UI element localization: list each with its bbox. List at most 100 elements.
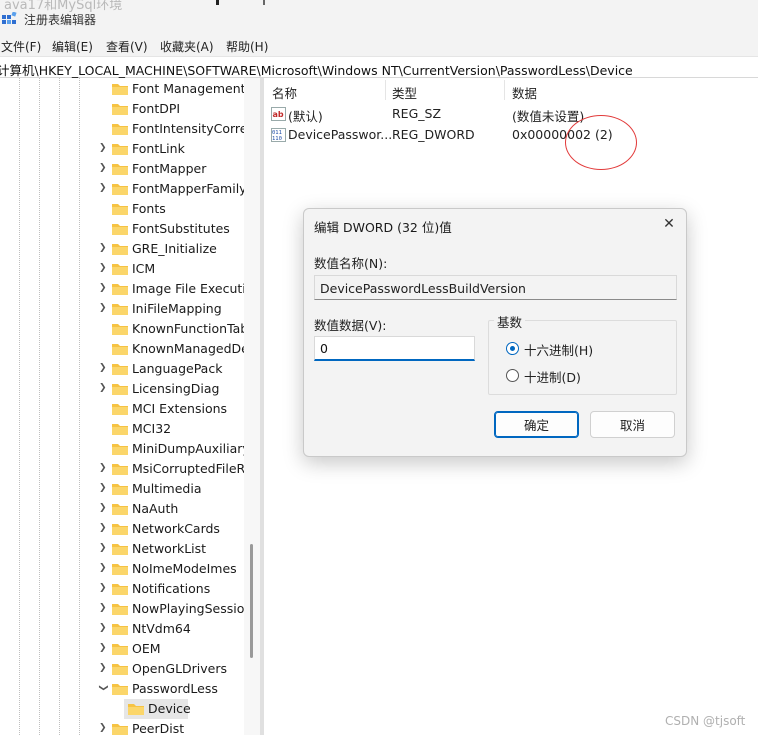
tree-item[interactable]: Font Management (0, 79, 244, 99)
chevron-right-icon[interactable]: ❯ (99, 603, 107, 613)
tree-item[interactable]: FontSubstitutes (0, 219, 244, 239)
tree-item[interactable]: ❯ NowPlayingSessionManager (0, 599, 244, 619)
address-bar[interactable]: 计算机\HKEY_LOCAL_MACHINE\SOFTWARE\Microsof… (0, 56, 758, 78)
tree-item-label: KnownFunctionTableDlls (132, 321, 244, 336)
dec-radio-label[interactable]: 十进制(D) (524, 367, 581, 386)
value-row[interactable]: ab (默认) REG_SZ (数值未设置) (264, 104, 758, 124)
tree-item-label: Fonts (132, 201, 166, 216)
chevron-right-icon[interactable]: ❯ (99, 663, 107, 673)
tree-item[interactable]: ❯ IniFileMapping (0, 299, 244, 319)
menu-help[interactable]: 帮助(H) (226, 38, 268, 55)
chevron-right-icon[interactable]: ❯ (99, 143, 107, 153)
tree-item[interactable]: ❯ NtVdm64 (0, 619, 244, 639)
tree-scrollbar[interactable] (244, 78, 260, 735)
tree-item-label: PasswordLess (132, 681, 218, 696)
folder-icon (111, 242, 129, 256)
folder-icon (111, 182, 129, 196)
tree-item[interactable]: ❯ NaAuth (0, 499, 244, 519)
chevron-right-icon[interactable]: ❯ (99, 723, 107, 733)
hex-radio-label[interactable]: 十六进制(H) (524, 340, 593, 359)
tree-item[interactable]: MCI Extensions (0, 399, 244, 419)
tree-item[interactable]: ❯ NetworkCards (0, 519, 244, 539)
menu-file[interactable]: 文件(F) (1, 38, 41, 55)
chevron-right-icon[interactable]: ❯ (99, 283, 107, 293)
edit-dword-dialog: 编辑 DWORD (32 位)值 ✕ 数值名称(N): DevicePasswo… (303, 208, 687, 457)
menu-view[interactable]: 查看(V) (106, 38, 148, 55)
tree-item-label: OpenGLDrivers (132, 661, 228, 676)
chevron-right-icon[interactable]: ❯ (99, 163, 107, 173)
tree-item[interactable]: ❯ LicensingDiag (0, 379, 244, 399)
value-data-label: 数值数据(V): (314, 318, 387, 333)
tree-item[interactable]: ❯ LanguagePack (0, 359, 244, 379)
tree-item[interactable]: FontDPI (0, 99, 244, 119)
chevron-right-icon[interactable]: ❯ (99, 363, 107, 373)
folder-icon (111, 522, 129, 536)
column-separator[interactable] (385, 80, 386, 100)
column-header-type[interactable]: 类型 (392, 83, 417, 102)
folder-icon (111, 362, 129, 376)
tree-item[interactable]: ❯ FontLink (0, 139, 244, 159)
tree-item[interactable]: ❯ MsiCorruptedFileRecovery (0, 459, 244, 479)
tree-item[interactable]: ❯ PeerDist (0, 719, 244, 735)
tree-scroll-thumb[interactable] (250, 544, 253, 658)
tree-item[interactable]: FontIntensityCorrection (0, 119, 244, 139)
tree-item[interactable]: MiniDumpAuxiliaryDlls (0, 439, 244, 459)
tree-item[interactable]: ❯ FontMapper (0, 159, 244, 179)
tree-item[interactable]: ❯ NetworkList (0, 539, 244, 559)
close-icon[interactable]: ✕ (661, 216, 677, 232)
chevron-right-icon[interactable]: ❯ (99, 243, 107, 253)
chevron-right-icon[interactable]: ❯ (99, 583, 107, 593)
tree-item[interactable]: ❯ Image File Execution Options (0, 279, 244, 299)
chevron-right-icon[interactable]: ❯ (99, 383, 107, 393)
chevron-right-icon[interactable]: ❯ (99, 563, 107, 573)
tree-item[interactable]: ❯ GRE_Initialize (0, 239, 244, 259)
tree-item-label: PeerDist (132, 721, 185, 735)
base-group-label: 基数 (494, 312, 526, 331)
tree-item-label: NowPlayingSessionManager (132, 601, 244, 616)
folder-icon (111, 622, 129, 636)
folder-icon (111, 542, 129, 556)
chevron-right-icon[interactable]: ❯ (99, 483, 107, 493)
tree-item[interactable]: ❯ OEM (0, 639, 244, 659)
ok-button[interactable]: 确定 (494, 411, 579, 438)
column-header-data[interactable]: 数据 (512, 83, 537, 102)
tree-item-selected[interactable]: Device (0, 699, 244, 719)
column-separator[interactable] (504, 80, 505, 100)
tree-item[interactable]: Fonts (0, 199, 244, 219)
folder-icon (111, 322, 129, 336)
value-row[interactable]: 011 110 DevicePasswor... REG_DWORD 0x0000000… (264, 125, 758, 145)
chevron-right-icon[interactable]: ❯ (99, 643, 107, 653)
column-header-name[interactable]: 名称 (272, 83, 297, 102)
chevron-right-icon[interactable]: ❯ (99, 183, 107, 193)
chevron-right-icon[interactable]: ❯ (99, 503, 107, 513)
address-path[interactable]: 计算机\HKEY_LOCAL_MACHINE\SOFTWARE\Microsof… (0, 60, 633, 79)
dec-radio[interactable] (506, 369, 519, 382)
tree-item-label: MiniDumpAuxiliaryDlls (132, 441, 244, 456)
chevron-right-icon[interactable]: ❯ (99, 623, 107, 633)
tree-item[interactable]: ❯ Multimedia (0, 479, 244, 499)
chevron-down-icon[interactable]: ❯ (98, 684, 108, 692)
tree-item[interactable]: KnownFunctionTableDlls (0, 319, 244, 339)
tree-item[interactable]: ❯ ICM (0, 259, 244, 279)
value-data-input[interactable] (314, 336, 475, 361)
menu-favorites[interactable]: 收藏夹(A) (160, 38, 214, 55)
menu-edit[interactable]: 编辑(E) (52, 38, 93, 55)
registry-tree[interactable]: Font Management FontDPI FontIntensityCorre… (0, 78, 244, 735)
tree-item[interactable]: KnownManagedDebuggingDlls (0, 339, 244, 359)
tree-item[interactable]: ❯ OpenGLDrivers (0, 659, 244, 679)
cancel-button[interactable]: 取消 (590, 411, 675, 438)
tree-item[interactable]: ❯ NoImeModeImes (0, 559, 244, 579)
chevron-right-icon[interactable]: ❯ (99, 303, 107, 313)
chevron-right-icon[interactable]: ❯ (99, 523, 107, 533)
chevron-right-icon[interactable]: ❯ (99, 463, 107, 473)
tree-item[interactable]: ❯ PasswordLess (0, 679, 244, 699)
tree-item[interactable]: ❯ FontMapperFamilyFallback (0, 179, 244, 199)
tree-item[interactable]: MCI32 (0, 419, 244, 439)
hex-radio[interactable] (506, 342, 519, 355)
folder-icon (111, 722, 129, 735)
chevron-right-icon[interactable]: ❯ (99, 263, 107, 273)
chevron-right-icon[interactable]: ❯ (99, 543, 107, 553)
folder-icon (111, 682, 129, 696)
tree-item[interactable]: ❯ Notifications (0, 579, 244, 599)
folder-icon (111, 102, 129, 116)
